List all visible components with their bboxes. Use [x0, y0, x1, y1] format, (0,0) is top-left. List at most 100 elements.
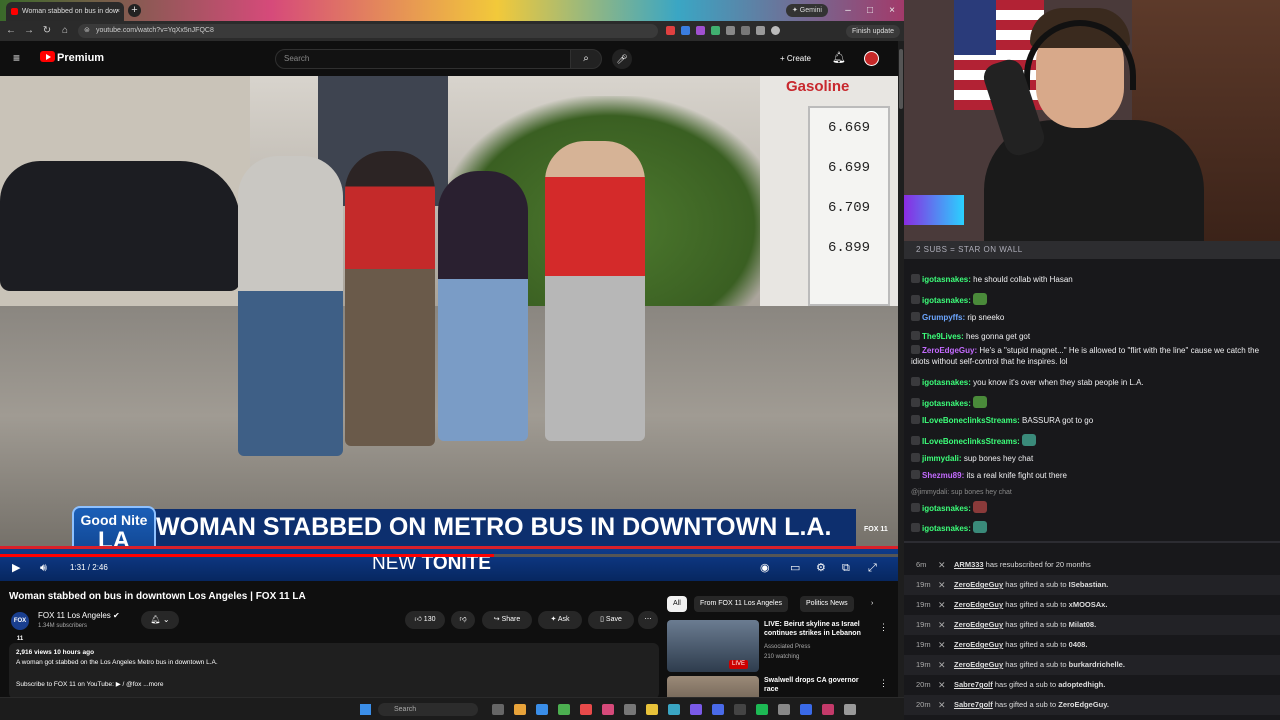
address-bar[interactable]: ⊜ youtube.com/watch?v=YqXx5nJFQC8: [78, 24, 658, 38]
extension-icon[interactable]: [741, 26, 750, 35]
profile-icon[interactable]: [771, 26, 780, 35]
event-user[interactable]: ARM333: [954, 560, 984, 569]
windows-start-icon[interactable]: [360, 704, 371, 715]
chat-username[interactable]: jimmydali:: [922, 454, 962, 463]
maximize-icon[interactable]: □: [862, 3, 878, 18]
recommended-video[interactable]: LIVE LIVE: Beirut skyline as Israel cont…: [667, 620, 897, 675]
chat-username[interactable]: ZeroEdgeGuy:: [922, 346, 977, 355]
chat-username[interactable]: ILoveBoneclinksStreams:: [922, 416, 1020, 425]
browser-tab-active[interactable]: Woman stabbed on bus in dow ×: [6, 2, 124, 21]
event-user[interactable]: ZeroEdgeGuy: [954, 640, 1003, 649]
event-user[interactable]: ZeroEdgeGuy: [954, 620, 1003, 629]
close-tab-icon[interactable]: ×: [116, 2, 120, 21]
video-player[interactable]: Gasoline 6.669 6.699 6.709 6.899 WOMAN S…: [0, 76, 898, 581]
event-user[interactable]: ZeroEdgeGuy: [954, 600, 1003, 609]
spotify-icon[interactable]: [756, 704, 768, 715]
extension-icon[interactable]: [666, 26, 675, 35]
event-recipient[interactable]: adoptedhigh.: [1058, 680, 1105, 689]
app-icon[interactable]: [514, 704, 526, 715]
dismiss-event-icon[interactable]: ✕: [938, 620, 948, 630]
dislike-button[interactable]: 👎︎: [451, 611, 475, 629]
app-icon[interactable]: [602, 704, 614, 715]
microphone-icon[interactable]: 🎤︎: [612, 49, 632, 69]
forward-icon[interactable]: →: [22, 23, 36, 39]
channel-avatar[interactable]: FOX 11: [11, 612, 29, 642]
chat-username[interactable]: ILoveBoneclinksStreams:: [922, 437, 1020, 446]
app-icon[interactable]: [822, 704, 834, 715]
event-recipient[interactable]: burkardrichelle.: [1069, 660, 1125, 669]
chat-username[interactable]: igotasnakes:: [922, 504, 971, 513]
progress-bar[interactable]: [0, 554, 898, 557]
chip-politics-news[interactable]: Politics News: [800, 596, 854, 612]
search-icon[interactable]: ⌕: [570, 49, 602, 69]
site-info-icon[interactable]: ⊜: [84, 24, 90, 38]
autoplay-toggle-icon[interactable]: ◉: [760, 561, 770, 575]
extension-icon[interactable]: [756, 26, 765, 35]
chat-username[interactable]: igotasnakes:: [922, 296, 971, 305]
search-input[interactable]: Search: [275, 49, 571, 69]
task-view-icon[interactable]: [492, 704, 504, 715]
event-recipient[interactable]: ZeroEdgeGuy.: [1058, 700, 1109, 709]
event-user[interactable]: ZeroEdgeGuy: [954, 660, 1003, 669]
captions-icon[interactable]: ▭: [790, 561, 800, 575]
app-icon[interactable]: [778, 704, 790, 715]
event-user[interactable]: Sabre7golf: [954, 700, 993, 709]
play-icon[interactable]: ▶: [12, 561, 20, 575]
app-icon[interactable]: [624, 704, 636, 715]
more-options-icon[interactable]: ⋮: [879, 678, 888, 689]
chat-username[interactable]: igotasnakes:: [922, 378, 971, 387]
finish-update-button[interactable]: Finish update: [846, 25, 901, 38]
taskbar-search[interactable]: Search: [378, 703, 478, 716]
file-explorer-icon[interactable]: [646, 704, 658, 715]
chat-username[interactable]: The9Lives:: [922, 332, 964, 341]
chrome-icon[interactable]: [580, 704, 592, 715]
create-button[interactable]: + Create: [774, 50, 817, 68]
close-window-icon[interactable]: ×: [884, 3, 900, 18]
minimize-icon[interactable]: –: [840, 3, 856, 18]
back-icon[interactable]: ←: [4, 23, 18, 39]
app-icon[interactable]: [668, 704, 680, 715]
youtube-brand[interactable]: Premium: [57, 51, 104, 65]
extension-icon[interactable]: [711, 26, 720, 35]
description-box[interactable]: 2,916 views 10 hours ago A woman got sta…: [9, 643, 659, 699]
home-icon[interactable]: ⌂: [58, 23, 72, 39]
app-icon[interactable]: [712, 704, 724, 715]
more-options-icon[interactable]: ⋮: [879, 622, 888, 633]
event-recipient[interactable]: Milat08.: [1069, 620, 1097, 629]
dismiss-event-icon[interactable]: ✕: [938, 680, 948, 690]
dismiss-event-icon[interactable]: ✕: [938, 640, 948, 650]
gemini-button[interactable]: ✦ Gemini: [786, 4, 828, 17]
youtube-logo-icon[interactable]: [40, 51, 55, 62]
like-button[interactable]: 👍︎ 130: [405, 611, 445, 629]
new-tab-button[interactable]: +: [128, 4, 141, 17]
chip-from-channel[interactable]: From FOX 11 Los Angeles: [694, 596, 788, 612]
chat-username[interactable]: igotasnakes:: [922, 399, 971, 408]
recommended-title[interactable]: Swalwell drops CA governor race: [764, 676, 874, 694]
reload-icon[interactable]: ↻: [40, 23, 54, 39]
recommended-title[interactable]: LIVE: Beirut skyline as Israel continues…: [764, 620, 874, 638]
dismiss-event-icon[interactable]: ✕: [938, 700, 948, 710]
event-user[interactable]: ZeroEdgeGuy: [954, 580, 1003, 589]
app-icon[interactable]: [558, 704, 570, 715]
extension-icon[interactable]: [726, 26, 735, 35]
share-button[interactable]: ↪ Share: [482, 611, 532, 629]
channel-name[interactable]: FOX 11 Los Angeles ✔: [38, 610, 120, 622]
volume-icon[interactable]: 🔊︎: [40, 561, 47, 575]
chat-username[interactable]: igotasnakes:: [922, 524, 971, 533]
dismiss-event-icon[interactable]: ✕: [938, 580, 948, 590]
more-actions-icon[interactable]: ⋯: [638, 611, 658, 629]
event-user[interactable]: Sabre7golf: [954, 680, 993, 689]
save-button[interactable]: ▯ Save: [588, 611, 634, 629]
dismiss-event-icon[interactable]: ✕: [938, 600, 948, 610]
dismiss-event-icon[interactable]: ✕: [938, 560, 948, 570]
fullscreen-icon[interactable]: ⤢: [868, 561, 877, 575]
settings-gear-icon[interactable]: ⚙: [816, 561, 826, 575]
chat-username[interactable]: igotasnakes:: [922, 275, 971, 284]
notifications-bell-icon[interactable]: 🔔︎: [832, 51, 846, 65]
ask-button[interactable]: ✦ Ask: [538, 611, 582, 629]
extension-icon[interactable]: [696, 26, 705, 35]
hamburger-menu-icon[interactable]: ≡: [13, 52, 25, 64]
app-icon[interactable]: [690, 704, 702, 715]
chip-all[interactable]: All: [667, 596, 687, 612]
chevron-right-icon[interactable]: ›: [865, 596, 879, 612]
